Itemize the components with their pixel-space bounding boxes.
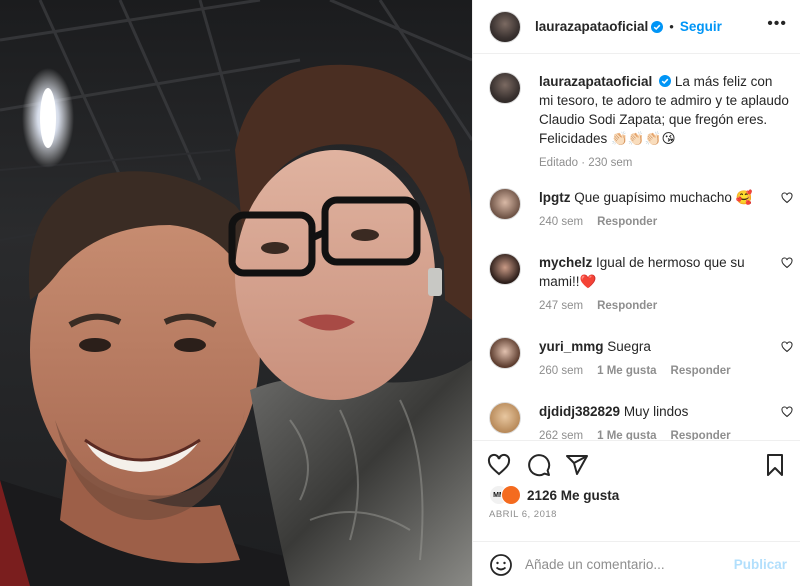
instagram-post-modal: laurazapataoficial • Seguir ••• laurazap… (0, 0, 800, 586)
likes-summary[interactable]: MM 2126 Me gusta (489, 485, 619, 505)
post-actions: MM 2126 Me gusta ABRIL 6, 2018 Publicar (473, 440, 800, 586)
verified-badge-icon (651, 20, 664, 33)
caption-author-username[interactable]: laurazapataoficial (539, 74, 652, 89)
more-options-icon[interactable]: ••• (767, 16, 787, 32)
comment-age[interactable]: 247 sem (539, 297, 583, 316)
commenter-avatar[interactable] (489, 188, 521, 220)
comment-item: lpgtz Que guapísimo muchacho 🥰 240 sem R… (489, 188, 793, 232)
commenter-avatar[interactable] (489, 337, 521, 369)
comment-age[interactable]: 240 sem (539, 213, 583, 232)
liker-avatar (501, 485, 521, 505)
commenter-username[interactable]: lpgtz (539, 190, 571, 205)
caption-author-avatar[interactable] (489, 72, 521, 104)
comment-composer: Publicar (473, 541, 800, 586)
comment-likes[interactable]: 1 Me gusta (597, 362, 656, 381)
comment-text: Que guapísimo muchacho 🥰 (574, 190, 753, 205)
comment-item: djdidj382829 Muy lindos 262 sem 1 Me gus… (489, 402, 793, 440)
like-comment-heart-icon[interactable] (781, 406, 793, 418)
comment-item: mychelz Igual de hermoso que su mami!!❤️… (489, 253, 793, 316)
comments-scroll-area[interactable]: laurazapataoficial La más feliz con mi t… (473, 55, 800, 440)
author-avatar[interactable] (489, 10, 521, 43)
reply-button[interactable]: Responder (597, 213, 657, 232)
share-icon[interactable] (565, 453, 589, 477)
comment-text: Muy lindos (623, 404, 689, 419)
commenter-avatar[interactable] (489, 402, 521, 434)
heart-icon[interactable] (487, 453, 511, 477)
commenter-username[interactable]: yuri_mmg (539, 339, 604, 354)
follow-button[interactable]: Seguir (680, 19, 722, 34)
like-comment-heart-icon[interactable] (781, 341, 793, 353)
commenter-username[interactable]: djdidj382829 (539, 404, 620, 419)
publish-button[interactable]: Publicar (734, 557, 787, 572)
comment-icon[interactable] (527, 453, 551, 477)
like-comment-heart-icon[interactable] (781, 257, 793, 269)
emoji-icon[interactable] (489, 553, 513, 577)
post-caption: laurazapataoficial La más feliz con mi t… (489, 72, 789, 173)
header-separator: • (669, 19, 674, 34)
comment-input[interactable] (525, 557, 725, 572)
like-comment-heart-icon[interactable] (781, 192, 793, 204)
reply-button[interactable]: Responder (671, 427, 731, 440)
comment-likes[interactable]: 1 Me gusta (597, 427, 656, 440)
commenter-avatar[interactable] (489, 253, 521, 285)
comment-item: yuri_mmg Suegra 260 sem 1 Me gusta Respo… (489, 337, 793, 381)
bookmark-icon[interactable] (763, 453, 787, 477)
post-header: laurazapataoficial • Seguir ••• (473, 0, 800, 54)
author-username[interactable]: laurazapataoficial (535, 19, 648, 34)
selfie-image (0, 0, 472, 586)
post-photo[interactable] (0, 0, 472, 586)
comment-age[interactable]: 262 sem (539, 427, 583, 440)
commenter-username[interactable]: mychelz (539, 255, 592, 270)
comment-age[interactable]: 260 sem (539, 362, 583, 381)
comment-text: Suegra (607, 339, 651, 354)
likes-count[interactable]: 2126 Me gusta (527, 488, 619, 503)
reply-button[interactable]: Responder (597, 297, 657, 316)
caption-meta: Editado · 230 sem (539, 157, 633, 169)
reply-button[interactable]: Responder (671, 362, 731, 381)
verified-badge-icon (659, 75, 672, 87)
post-side-panel: laurazapataoficial • Seguir ••• laurazap… (472, 0, 800, 586)
post-date[interactable]: ABRIL 6, 2018 (489, 509, 557, 520)
